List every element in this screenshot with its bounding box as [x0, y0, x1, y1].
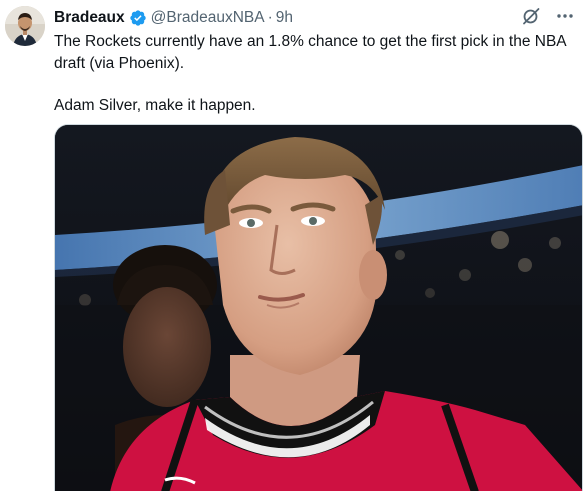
separator-dot: ·: [267, 9, 273, 26]
player-photo-image: [55, 125, 582, 491]
header-actions: [521, 6, 575, 26]
tweet-text-line-1: The Rockets currently have an 1.8% chanc…: [54, 33, 566, 72]
verified-badge-icon: [129, 9, 147, 27]
tweet-photo[interactable]: [54, 124, 583, 491]
more-options-icon[interactable]: [555, 6, 575, 26]
timestamp[interactable]: 9h: [276, 9, 293, 27]
tweet-text: The Rockets currently have an 1.8% chanc…: [54, 31, 574, 117]
avatar[interactable]: [5, 6, 45, 46]
tweet-header: Bradeaux @BradeauxNBA · 9h: [54, 8, 293, 28]
tweet: Bradeaux @BradeauxNBA · 9h The Rockets c…: [0, 0, 585, 491]
grok-icon[interactable]: [521, 6, 541, 26]
user-handle[interactable]: @BradeauxNBA: [151, 9, 265, 27]
tweet-text-line-2: Adam Silver, make it happen.: [54, 97, 256, 114]
display-name[interactable]: Bradeaux: [54, 9, 125, 27]
